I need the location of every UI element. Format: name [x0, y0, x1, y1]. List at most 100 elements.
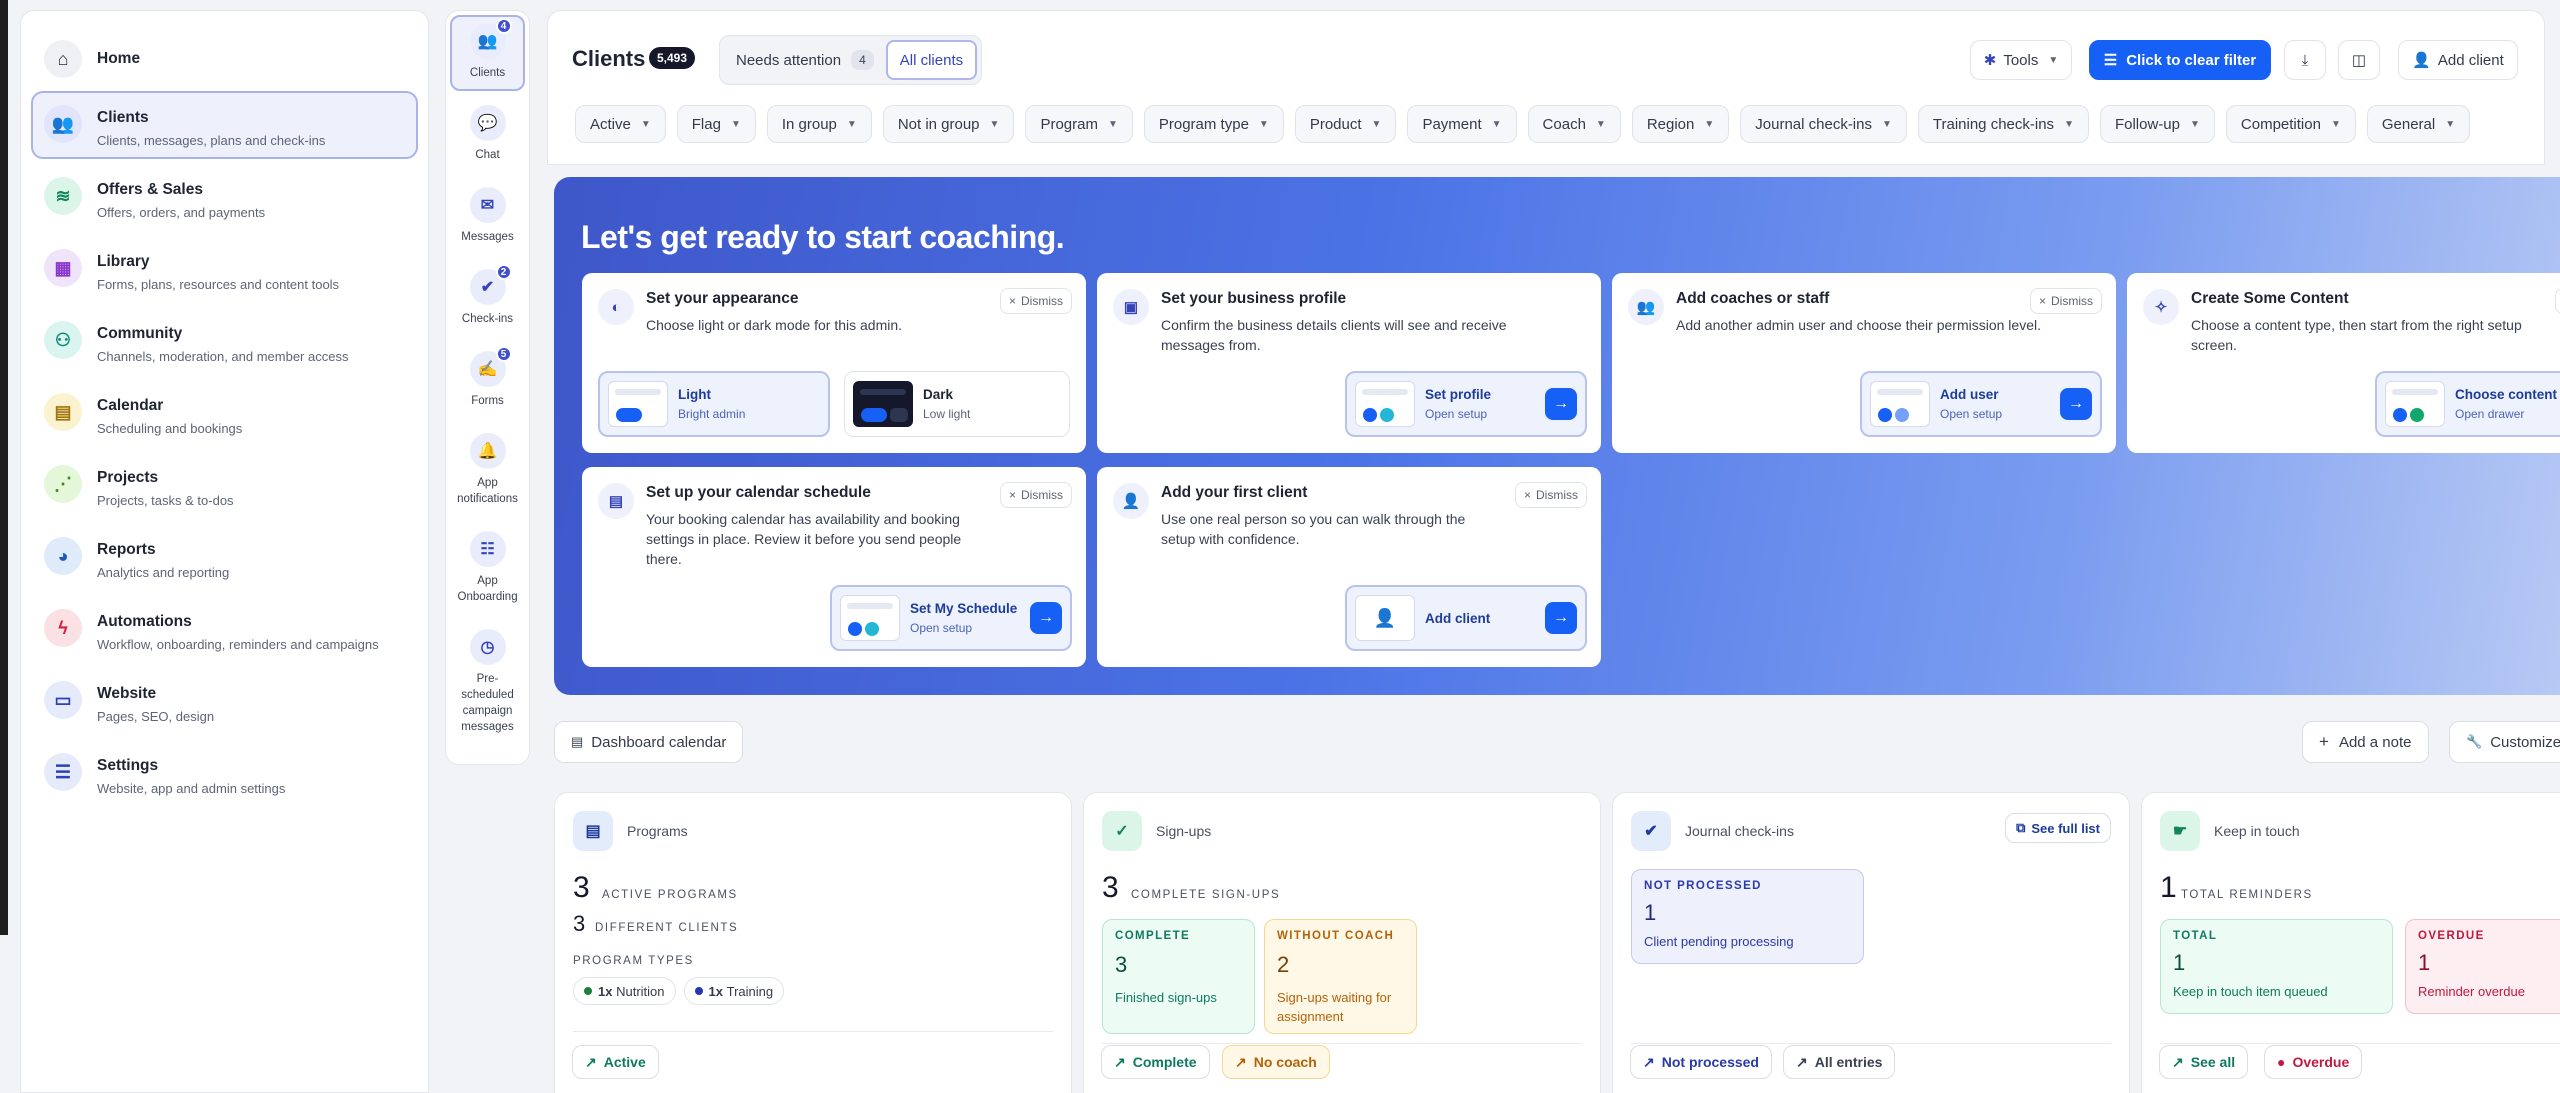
add-user-button[interactable]: Add user Open setup → — [1860, 371, 2102, 437]
customize-button[interactable]: 🔧 Customize — [2449, 721, 2560, 763]
sidebar-item-reports[interactable]: ◕ Reports Analytics and reporting — [31, 523, 418, 591]
widget-title: Sign-ups — [1156, 823, 1212, 839]
filter-active[interactable]: Active ▼ — [575, 105, 666, 143]
add-note-button[interactable]: + Add a note — [2302, 721, 2429, 763]
sidebar-item-offers-sales[interactable]: ≋ Offers & Sales Offers, orders, and paym… — [31, 163, 418, 231]
rail-item-chat[interactable]: 💬 Chat — [450, 97, 525, 173]
filter-label: Program type — [1158, 115, 1249, 133]
rail-item-forms[interactable]: ✍ 5 Forms — [450, 343, 525, 419]
close-icon: × — [2038, 294, 2046, 308]
rail-item-check-ins[interactable]: ✔ 2 Check-ins — [450, 261, 525, 337]
complete-signups-label: COMPLETE SIGN-UPS — [1131, 889, 1281, 901]
sidebar-item-community[interactable]: ⚇ Community Channels, moderation, and mem… — [31, 307, 418, 375]
action-label: Choose content — [2455, 387, 2558, 402]
card-title: Set up your calendar schedule — [646, 484, 871, 501]
filter-flag[interactable]: Flag ▼ — [676, 105, 756, 143]
active-programs-label: ACTIVE PROGRAMS — [602, 889, 738, 901]
add-client-button[interactable]: 👤 Add client — [2398, 40, 2518, 80]
calendar-icon: ▤ — [598, 483, 634, 519]
dismiss-button[interactable]: × Dismiss — [2029, 288, 2102, 314]
sidebar-item-settings[interactable]: ☰ Settings Website, app and admin setting… — [31, 739, 418, 807]
see-full-list-button[interactable]: ⧉ See full list — [2005, 813, 2111, 843]
signups-complete-button[interactable]: ↗ Complete — [1101, 1045, 1210, 1079]
light-mode-option[interactable]: Light Bright admin — [598, 371, 830, 437]
dashboard-calendar-button[interactable]: ▤ Dashboard calendar — [554, 721, 744, 763]
tools-button[interactable]: ✱ Tools ▼ — [1970, 40, 2072, 80]
sidebar-item-clients[interactable]: 👥 Clients Clients, messages, plans and ch… — [31, 91, 418, 159]
clipboard-check-icon: ✔ 2 — [469, 264, 512, 305]
total-reminders-count: 1 — [2160, 871, 2177, 904]
filter-general[interactable]: General ▼ — [2366, 105, 2471, 143]
filter-product[interactable]: Product ▼ — [1294, 105, 1397, 143]
set-schedule-button[interactable]: Set My Schedule Open setup → — [830, 585, 1072, 651]
rail-label: Chat — [475, 149, 500, 161]
dismiss-button[interactable]: × Dismiss — [1514, 482, 1587, 508]
user-plus-icon: 👤 — [1113, 483, 1149, 519]
laptop-icon: ▭ — [44, 681, 82, 719]
filter-not-in-group[interactable]: Not in group ▼ — [882, 105, 1015, 143]
sidebar-item-projects[interactable]: ⋰ Projects Projects, tasks & to-dos — [31, 451, 418, 519]
rail-item-pre-scheduled[interactable]: ◷ Pre-scheduled campaign messages — [450, 621, 525, 745]
action-sub: Open setup — [1940, 407, 2003, 421]
rail-item-clients[interactable]: 👥 4 Clients — [450, 15, 525, 91]
tile-number: 2 — [1277, 952, 1290, 977]
programs-active-button[interactable]: ↗ Active — [572, 1045, 659, 1079]
chip-name: Nutrition — [616, 983, 665, 999]
signups-no-coach-button[interactable]: ↗ No coach — [1222, 1045, 1330, 1079]
sidebar-item-library[interactable]: ▦ Library Forms, plans, resources and con… — [31, 235, 418, 303]
program-types-list: 1x Nutrition 1x Training — [573, 977, 785, 1005]
tile-desc: Sign-ups waiting for assignment — [1277, 990, 1392, 1024]
clear-filter-button[interactable]: ☰ Click to clear filter — [2089, 40, 2271, 80]
hand-wave-icon: ☛ — [2160, 811, 2200, 851]
keep-overdue-button[interactable]: ● Overdue — [2264, 1045, 2363, 1079]
set-profile-button[interactable]: Set profile Open setup → — [1345, 371, 1587, 437]
alert-circle-icon: ● — [2277, 1054, 2286, 1070]
tile-number: 1 — [1644, 900, 1657, 925]
all-clients-tab[interactable]: All clients — [885, 40, 978, 80]
journal-all-entries-button[interactable]: ↗ All entries — [1783, 1045, 1896, 1079]
columns-button[interactable]: ◫ — [2338, 40, 2380, 80]
keep-see-all-button[interactable]: ↗ See all — [2159, 1045, 2249, 1079]
rail-label: Pre-scheduled campaign messages — [461, 673, 514, 733]
rail-item-app-onboarding[interactable]: ☷ App Onboarding — [450, 523, 525, 615]
download-button[interactable]: ⤓ — [2284, 40, 2326, 80]
filter-training-check-ins[interactable]: Training check-ins ▼ — [1917, 105, 2089, 143]
rail-label: App notifications — [457, 477, 518, 505]
sidebar-item-website[interactable]: ▭ Website Pages, SEO, design — [31, 667, 418, 735]
filter-label: Program — [1040, 115, 1098, 133]
sidebar-item-automations[interactable]: ϟ Automations Workflow, onboarding, remin… — [31, 595, 418, 663]
filter-follow-up[interactable]: Follow-up ▼ — [2099, 105, 2215, 143]
card-title: Add your first client — [1161, 484, 1308, 501]
action-sub: Open setup — [910, 621, 973, 635]
dismiss-button[interactable]: × Dismiss — [999, 288, 1072, 314]
external-link-icon: ↗ — [1235, 1053, 1247, 1070]
sidebar-item-desc: Pages, SEO, design — [97, 709, 215, 724]
filter-region[interactable]: Region ▼ — [1631, 105, 1730, 143]
sidebar-item-desc: Offers, orders, and payments — [97, 205, 266, 220]
rail-item-messages[interactable]: ✉ Messages — [450, 179, 525, 255]
action-label: Set profile — [1425, 387, 1492, 402]
filter-label: Flag — [691, 115, 721, 133]
dismiss-button[interactable]: × — [2555, 288, 2560, 314]
filter-program-type[interactable]: Program type ▼ — [1143, 105, 1284, 143]
needs-attention-tab[interactable]: Needs attention 4 — [724, 40, 886, 80]
filter-competition[interactable]: Competition ▼ — [2225, 105, 2356, 143]
filter-coach[interactable]: Coach ▼ — [1527, 105, 1621, 143]
sidebar-item-label: Automations — [97, 613, 192, 630]
dark-mode-option[interactable]: Dark Low light — [844, 371, 1070, 437]
choose-content-button[interactable]: Choose content Open drawer — [2375, 371, 2560, 437]
filter-program[interactable]: Program ▼ — [1025, 105, 1133, 143]
filter-journal-check-ins[interactable]: Journal check-ins ▼ — [1740, 105, 1907, 143]
filter-payment[interactable]: Payment ▼ — [1407, 105, 1517, 143]
sidebar-item-calendar[interactable]: ▤ Calendar Scheduling and bookings — [31, 379, 418, 447]
filter-in-group[interactable]: In group ▼ — [766, 105, 872, 143]
dismiss-button[interactable]: × Dismiss — [999, 482, 1072, 508]
add-first-client-button[interactable]: 👤 Add client → — [1345, 585, 1587, 651]
clipboard-check-icon: ✔ — [1631, 811, 1671, 851]
dismiss-label: Dismiss — [1021, 488, 1063, 502]
journal-not-processed-button[interactable]: ↗ Not processed — [1630, 1045, 1772, 1079]
sidebar-item-home[interactable]: ⌂ Home — [31, 31, 418, 87]
action-sub: Open drawer — [2455, 407, 2525, 421]
arrow-right-icon: → — [2060, 388, 2092, 420]
rail-item-app-notifications[interactable]: 🔔 App notifications — [450, 425, 525, 517]
